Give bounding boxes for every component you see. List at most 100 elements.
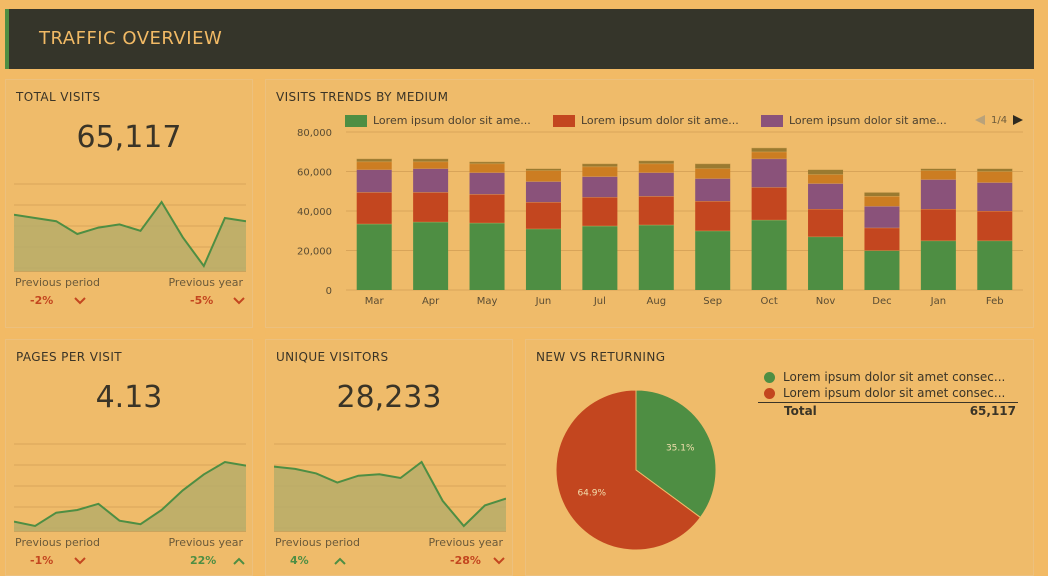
page-title: TRAFFIC OVERVIEW — [39, 28, 223, 49]
prev-period-change: 4% — [290, 554, 309, 567]
bar-segment[interactable] — [977, 182, 1013, 211]
pie-label: 35.1% — [666, 444, 695, 454]
bar-segment[interactable] — [864, 206, 900, 228]
bar-segment[interactable] — [920, 170, 956, 180]
bar-segment[interactable] — [582, 166, 618, 177]
bar-segment[interactable] — [413, 161, 449, 169]
pages-per-visit-sparkline — [14, 443, 246, 532]
bar-segment[interactable] — [808, 169, 844, 175]
bar-segment[interactable] — [638, 196, 674, 225]
bar-segment[interactable] — [864, 227, 900, 251]
bar-segment[interactable] — [582, 197, 618, 226]
bar-segment[interactable] — [582, 176, 618, 198]
total-visits-panel: TOTAL VISITS 65,117 Previous period Prev… — [5, 79, 253, 328]
bar-segment[interactable] — [695, 201, 731, 231]
bar-segment[interactable] — [356, 223, 392, 290]
unique-visitors-panel: UNIQUE VISITORS 28,233 Previous period P… — [265, 339, 513, 576]
x-tick-label: Sep — [703, 296, 722, 307]
x-tick-label: Aug — [647, 296, 667, 307]
kpi-value: 4.13 — [95, 380, 163, 415]
bar-segment[interactable] — [582, 225, 618, 290]
bar-segment[interactable] — [751, 219, 787, 290]
bar-segment[interactable] — [864, 250, 900, 291]
x-tick-label: Dec — [872, 296, 891, 307]
bar-segment[interactable] — [695, 168, 731, 179]
bar-segment[interactable] — [469, 222, 505, 290]
bar-segment[interactable] — [751, 158, 787, 188]
bar-segment[interactable] — [808, 183, 844, 210]
total-visits-sparkline — [14, 183, 246, 272]
total-visits-area — [14, 202, 246, 272]
bar-segment[interactable] — [808, 209, 844, 237]
total-divider — [758, 402, 1018, 403]
prev-year-label: Previous year — [168, 276, 243, 289]
chevron-down-icon — [493, 557, 505, 565]
pages-per-visit-panel: PAGES PER VISIT 4.13 Previous period Pre… — [5, 339, 253, 576]
bar-segment[interactable] — [638, 163, 674, 173]
legend-item[interactable]: Lorem ipsum dolor sit amet consec... — [764, 370, 1005, 384]
chevron-up-icon — [334, 557, 346, 565]
x-tick-label: Jun — [535, 296, 552, 307]
bar-segment[interactable] — [751, 147, 787, 152]
bar-segment[interactable] — [638, 172, 674, 197]
total-value: 65,117 — [969, 404, 1016, 418]
bar-segment[interactable] — [469, 172, 505, 195]
prev-period-change: -2% — [30, 294, 54, 307]
bar-segment[interactable] — [977, 240, 1013, 290]
prev-year-change: -28% — [450, 554, 481, 567]
y-tick-label: 40,000 — [297, 207, 332, 218]
bar-segment[interactable] — [638, 224, 674, 290]
bar-segment[interactable] — [525, 228, 561, 290]
bar-segment[interactable] — [525, 202, 561, 229]
bar-segment[interactable] — [808, 174, 844, 184]
stacked-bar-chart: 0 20,000 40,000 60,000 80,000 Mar Apr May Jun Jul… — [297, 128, 1023, 307]
prev-year-change: 22% — [190, 554, 217, 567]
dashboard-header: TRAFFIC OVERVIEW — [5, 9, 1034, 69]
pie-chart: 35.1% 64.9% — [556, 390, 717, 551]
x-tick-label: Feb — [986, 296, 1004, 307]
legend-label: Lorem ipsum dolor sit amet consec... — [783, 370, 1006, 384]
panel-title: TOTAL VISITS — [16, 90, 101, 104]
prev-year-label: Previous year — [168, 536, 243, 549]
x-tick-label: Apr — [422, 296, 440, 307]
bar-segment[interactable] — [695, 230, 731, 290]
bar-segment[interactable] — [356, 169, 392, 193]
bar-segment[interactable] — [356, 161, 392, 170]
bar-segment[interactable] — [920, 240, 956, 290]
bar-segment[interactable] — [525, 170, 561, 182]
bar-segment[interactable] — [808, 236, 844, 290]
bar-segment[interactable] — [525, 181, 561, 203]
bar-segment[interactable] — [751, 187, 787, 220]
bar-segment[interactable] — [864, 196, 900, 207]
chevron-down-icon — [74, 557, 86, 565]
x-tick-label: May — [477, 296, 498, 307]
panel-title: PAGES PER VISIT — [16, 350, 122, 364]
kpi-value: 65,117 — [76, 120, 182, 155]
legend-item[interactable]: Lorem ipsum dolor sit amet consec... — [764, 386, 1005, 400]
bar-segment[interactable] — [413, 168, 449, 193]
bar-segment[interactable] — [695, 163, 731, 169]
bar-segment[interactable] — [920, 209, 956, 241]
bar-segment[interactable] — [920, 179, 956, 210]
bar-segment[interactable] — [864, 192, 900, 197]
y-tick-label: 80,000 — [297, 128, 332, 139]
bar-segment[interactable] — [356, 192, 392, 224]
panel-title: UNIQUE VISITORS — [276, 350, 389, 364]
unique-visitors-sparkline — [274, 443, 506, 532]
bar-segment[interactable] — [977, 171, 1013, 183]
bar-segment[interactable] — [751, 151, 787, 159]
bar-segment[interactable] — [469, 163, 505, 173]
chevron-down-icon — [74, 297, 86, 305]
prev-period-label: Previous period — [15, 276, 101, 289]
prev-period-label: Previous period — [15, 536, 101, 549]
bar-segment[interactable] — [413, 192, 449, 222]
bar-segment[interactable] — [413, 221, 449, 290]
chevron-up-icon — [233, 557, 245, 565]
bar-segment[interactable] — [977, 211, 1013, 241]
bar-segment[interactable] — [695, 178, 731, 202]
legend-dot — [764, 387, 775, 399]
x-tick-label: Oct — [760, 296, 777, 307]
prev-period-change: -1% — [30, 554, 54, 567]
kpi-value: 28,233 — [336, 380, 442, 415]
bar-segment[interactable] — [469, 194, 505, 223]
